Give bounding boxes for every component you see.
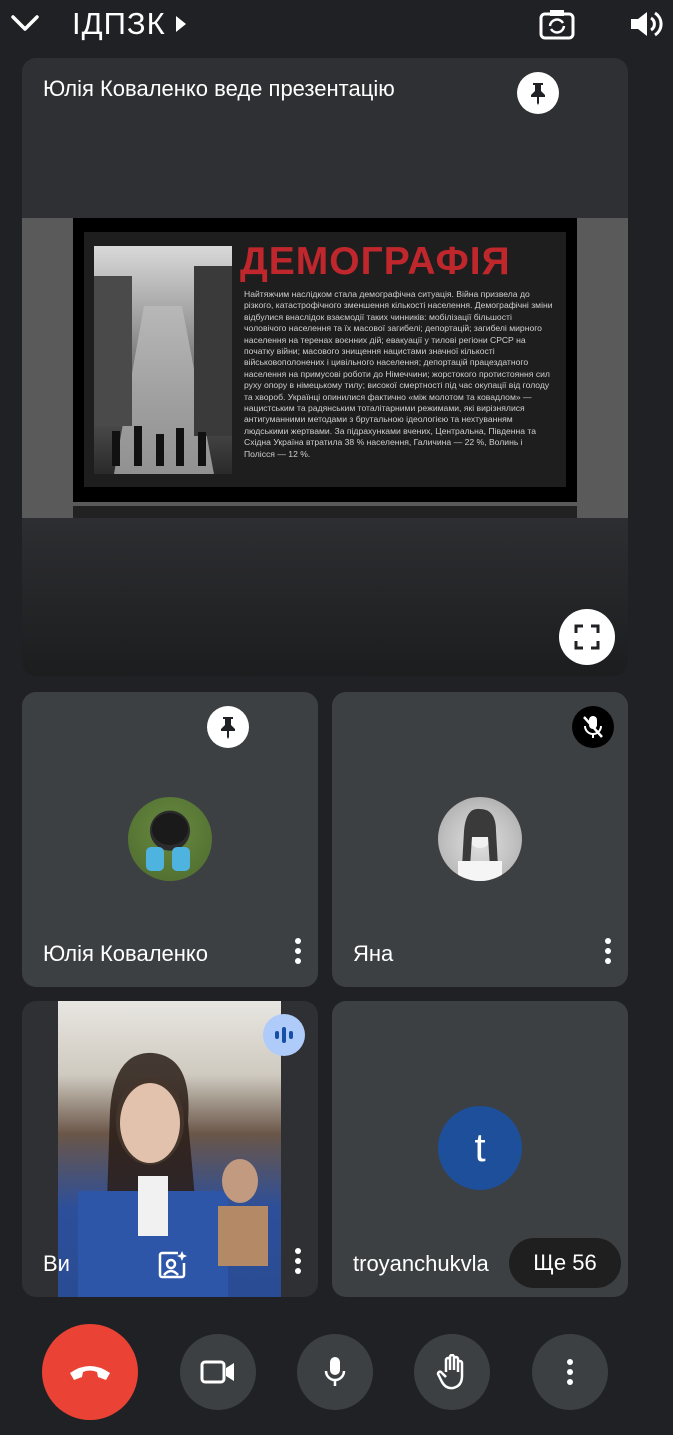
more-options-icon[interactable]	[295, 1248, 301, 1274]
avatar	[438, 797, 522, 881]
participant-tile-yana[interactable]: Яна	[332, 692, 628, 987]
more-options-icon[interactable]	[605, 938, 611, 964]
slide: ДЕМОГРАФІЯ Найтяжчим наслідком стала дем…	[73, 218, 577, 502]
microphone-icon	[324, 1357, 346, 1386]
video-camera-icon	[200, 1360, 234, 1384]
participant-name: Яна	[353, 941, 394, 966]
fullscreen-button[interactable]	[559, 609, 615, 665]
participant-name: Ви	[43, 1251, 70, 1276]
participant-tile-yuliia[interactable]: Юлія Коваленко	[22, 692, 318, 987]
pin-presentation-button[interactable]	[517, 72, 559, 114]
avatar: t	[438, 1106, 522, 1190]
audio-level-icon	[275, 1027, 293, 1043]
slide-content: ДЕМОГРАФІЯ Найтяжчим наслідком стала дем…	[84, 232, 566, 487]
participant-tile-self[interactable]: Ви	[22, 1001, 318, 1297]
slide-title: ДЕМОГРАФІЯ	[240, 240, 511, 283]
meeting-title-text: ІДПЗК	[72, 6, 166, 41]
microphone-toggle-button[interactable]	[297, 1334, 373, 1410]
top-bar: ІДПЗК	[0, 0, 673, 50]
more-options-button[interactable]	[532, 1334, 608, 1410]
participant-name: Юлія Коваленко	[43, 941, 209, 966]
more-participants-button[interactable]: Ще 56	[509, 1238, 621, 1288]
pin-participant-button[interactable]	[207, 706, 249, 748]
switch-camera-icon[interactable]	[537, 4, 577, 44]
presenter-label: Юлія Коваленко веде презентацію	[43, 76, 395, 101]
more-vert-icon	[567, 1359, 573, 1385]
more-options-icon[interactable]	[295, 938, 301, 964]
avatar-initial: t	[474, 1125, 486, 1170]
pin-icon	[221, 717, 235, 739]
presentation-footer	[22, 518, 628, 676]
shared-slide-area: ДЕМОГРАФІЯ Найтяжчим наслідком стала дем…	[22, 218, 628, 518]
participant-name: troyanchukvla	[353, 1251, 489, 1276]
speaking-badge	[263, 1014, 305, 1056]
raise-hand-icon	[436, 1354, 464, 1390]
end-call-button[interactable]	[42, 1324, 138, 1420]
pin-icon	[531, 83, 545, 105]
presentation-tile[interactable]: Юлія Коваленко веде презентацію ДЕМОГРАФ…	[22, 58, 628, 676]
mic-off-icon	[583, 716, 603, 738]
hang-up-icon	[70, 1366, 110, 1380]
slide-strip	[73, 506, 577, 518]
visual-effects-icon[interactable]	[156, 1249, 188, 1281]
camera-toggle-button[interactable]	[180, 1334, 256, 1410]
muted-badge	[572, 706, 614, 748]
avatar	[128, 797, 212, 881]
fullscreen-icon	[574, 624, 600, 650]
slide-photo	[94, 246, 232, 474]
caret-right-icon	[175, 16, 186, 32]
slide-body-text: Найтяжчим наслідком стала демографічна с…	[244, 289, 553, 459]
speaker-volume-icon[interactable]	[628, 6, 664, 42]
collapse-chevron-icon[interactable]	[8, 6, 42, 40]
raise-hand-button[interactable]	[414, 1334, 490, 1410]
meeting-title[interactable]: ІДПЗК	[72, 6, 186, 42]
